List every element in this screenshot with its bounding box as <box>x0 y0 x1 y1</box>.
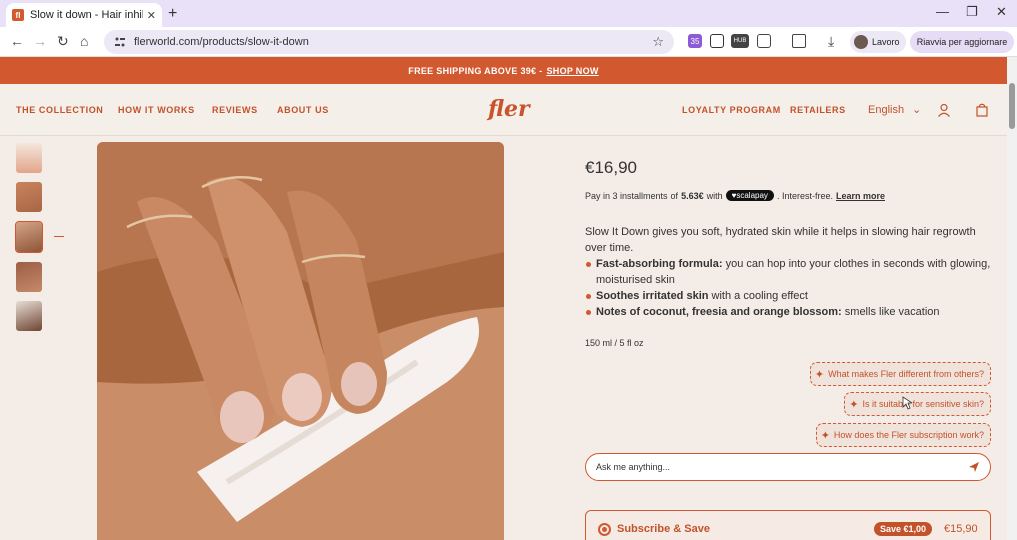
installments-of: of <box>670 190 679 201</box>
nav-reviews[interactable]: REVIEWS <box>212 105 258 115</box>
page-scrollbar[interactable] <box>1007 57 1017 540</box>
benefit-title: Fast-absorbing formula: <box>596 258 723 270</box>
chevron-down-icon: ⌄ <box>912 104 922 116</box>
minimize-icon[interactable]: — <box>936 4 949 19</box>
extension-badge-icon[interactable]: 35 <box>688 34 702 48</box>
profile-button[interactable]: Lavoro <box>850 31 906 53</box>
url-text: flerworld.com/products/slow-it-down <box>134 36 309 48</box>
benefit-text: smells like vacation <box>841 306 940 318</box>
nav-the-collection[interactable]: THE COLLECTION <box>16 105 103 115</box>
address-bar[interactable]: flerworld.com/products/slow-it-down ☆ <box>104 30 674 54</box>
active-thumbnail-indicator <box>54 236 64 237</box>
profile-name: Lavoro <box>872 37 900 47</box>
chip-label: How does the Fler subscription work? <box>833 430 984 440</box>
back-icon[interactable]: ← <box>10 33 24 49</box>
subscribe-label: Subscribe & Save <box>617 523 710 535</box>
product-thumbnail-3[interactable] <box>15 221 43 253</box>
account-icon[interactable] <box>937 103 951 117</box>
close-tab-icon[interactable]: ✕ <box>147 9 156 22</box>
scalapay-label: scalapay <box>736 191 768 200</box>
product-thumbnail-5[interactable] <box>16 301 42 331</box>
reload-icon[interactable]: ↻ <box>57 33 69 50</box>
nav-retailers[interactable]: RETAILERS <box>790 105 846 115</box>
cast-search-icon[interactable] <box>792 34 806 48</box>
benefit-title: Soothes irritated skin <box>596 290 709 302</box>
installments-prefix: Pay in 3 installments <box>585 190 668 201</box>
browser-tab[interactable]: fl Slow it down - Hair inhibiting b ✕ <box>6 3 162 27</box>
ask-assistant-box <box>585 453 991 481</box>
suggestion-chip-difference[interactable]: ✦ What makes Fler different from others? <box>809 362 991 386</box>
extension-hub-icon[interactable]: HUB <box>731 34 749 48</box>
installments-with: with <box>706 190 723 201</box>
update-button[interactable]: Riavvia per aggiornare <box>910 31 1014 53</box>
subscribe-radio[interactable] <box>598 523 611 536</box>
nav-loyalty-program[interactable]: LOYALTY PROGRAM <box>682 105 781 115</box>
installments-suffix: . Interest-free. <box>776 190 833 201</box>
browser-toolbar: ← → ↻ ⌂ flerworld.com/products/slow-it-d… <box>0 27 1017 57</box>
avatar <box>854 35 868 49</box>
new-tab-icon[interactable]: + <box>168 5 177 23</box>
site-logo[interactable]: fler <box>488 96 530 122</box>
benefit-title: Notes of coconut, freesia and orange blo… <box>596 306 842 318</box>
product-thumbnail-4[interactable] <box>16 262 42 292</box>
close-window-icon[interactable]: ✕ <box>996 4 1007 20</box>
promo-text: FREE SHIPPING ABOVE 39€ - <box>408 65 543 76</box>
list-item: Notes of coconut, freesia and orange blo… <box>585 304 993 320</box>
download-icon[interactable]: ⤓ <box>828 33 834 50</box>
extensions-puzzle-icon[interactable] <box>757 34 771 48</box>
product-size: 150 ml / 5 fl oz <box>585 338 644 348</box>
product-thumbnail-1[interactable] <box>16 143 42 173</box>
sparkle-icon: ✦ <box>814 368 825 381</box>
cart-bag-icon[interactable] <box>976 103 988 117</box>
home-icon[interactable]: ⌂ <box>80 33 88 49</box>
site-header: THE COLLECTION HOW IT WORKS REVIEWS ABOU… <box>0 84 1007 136</box>
product-price: €16,90 <box>585 158 637 177</box>
language-selector[interactable]: English ⌄ <box>868 103 921 116</box>
shop-now-link[interactable]: SHOP NOW <box>546 66 598 76</box>
installments-info: Pay in 3 installments of 5.63€ with ♥sca… <box>585 190 885 201</box>
site-info-icon[interactable] <box>114 36 126 48</box>
scrollbar-thumb[interactable] <box>1009 83 1015 129</box>
tab-title: Slow it down - Hair inhibiting b <box>30 9 143 21</box>
subscribe-price: €15,90 <box>944 523 978 535</box>
mouse-cursor-icon <box>902 396 912 410</box>
site-favicon-icon: fl <box>12 9 24 21</box>
send-icon[interactable] <box>968 461 980 473</box>
installments-amount: 5.63€ <box>681 190 704 201</box>
learn-more-link[interactable]: Learn more <box>836 191 885 201</box>
suggestion-chip-sensitive-skin[interactable]: ✦ Is it suitable for sensitive skin? <box>844 392 991 416</box>
list-item: Fast-absorbing formula: you can hop into… <box>585 256 993 288</box>
scalapay-logo: ♥scalapay <box>725 190 774 201</box>
benefit-text: with a cooling effect <box>708 290 808 302</box>
subscribe-option[interactable]: Subscribe & Save Save €1,00 €15,90 <box>585 510 991 540</box>
forward-icon[interactable]: → <box>33 33 47 49</box>
benefits-list: Fast-absorbing formula: you can hop into… <box>585 256 993 320</box>
chip-label: Is it suitable for sensitive skin? <box>862 399 984 409</box>
suggestion-chip-subscription[interactable]: ✦ How does the Fler subscription work? <box>815 423 991 447</box>
nav-about-us[interactable]: ABOUT US <box>277 105 329 115</box>
bookmark-star-icon[interactable]: ☆ <box>652 34 664 50</box>
product-main-image[interactable] <box>97 142 504 540</box>
sparkle-icon: ✦ <box>820 429 830 442</box>
restore-icon[interactable]: ❐ <box>966 4 978 20</box>
product-description: Slow It Down gives you soft, hydrated sk… <box>585 226 976 254</box>
language-label: English <box>868 104 905 116</box>
list-item: Soothes irritated skin with a cooling ef… <box>585 288 993 304</box>
chip-label: What makes Fler different from others? <box>828 369 984 379</box>
nav-how-it-works[interactable]: HOW IT WORKS <box>118 105 195 115</box>
promo-banner: FREE SHIPPING ABOVE 39€ - SHOP NOW <box>0 57 1007 84</box>
hand-applying-cream-image <box>97 142 504 540</box>
sparkle-icon: ✦ <box>849 398 859 411</box>
product-thumbnail-2[interactable] <box>16 182 42 212</box>
extension-shield-icon[interactable] <box>710 34 724 48</box>
save-badge: Save €1,00 <box>874 522 933 536</box>
browser-tab-bar: fl Slow it down - Hair inhibiting b ✕ + … <box>0 0 1017 27</box>
ask-input[interactable] <box>596 462 968 472</box>
